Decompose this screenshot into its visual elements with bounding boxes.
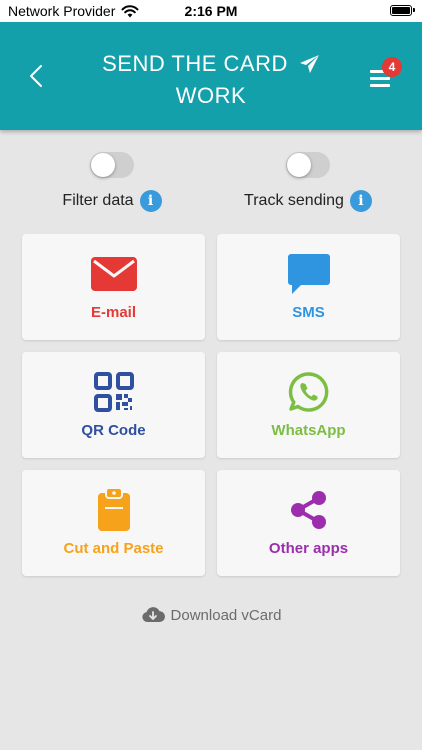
- envelope-icon: [90, 257, 137, 291]
- menu-button[interactable]: 4: [370, 57, 402, 88]
- filter-data-toggle-group: Filter data i: [22, 150, 202, 212]
- track-sending-toggle-group: Track sending i: [218, 150, 398, 212]
- whatsapp-option-card[interactable]: WhatsApp: [217, 352, 400, 458]
- status-time: 2:16 PM: [184, 3, 238, 19]
- track-sending-label: Track sending: [244, 192, 344, 209]
- whatsapp-icon: [288, 372, 328, 412]
- download-vcard-button[interactable]: Download vCard: [0, 606, 422, 624]
- hamburger-icon-line: [370, 77, 390, 80]
- qr-code-option-card[interactable]: QR Code: [22, 352, 205, 458]
- page-title: SEND THE CARD WORK: [90, 48, 332, 112]
- cut-and-paste-option-label: Cut and Paste: [63, 540, 164, 557]
- sms-option-card[interactable]: SMS: [217, 234, 400, 340]
- cloud-download-icon: [141, 607, 165, 623]
- email-option-label: E-mail: [90, 304, 136, 321]
- info-icon[interactable]: i: [139, 190, 162, 212]
- page-title-line2: WORK: [175, 83, 247, 108]
- toggle-section: Filter data i Track sending i: [0, 150, 422, 220]
- notification-badge: 4: [382, 57, 402, 77]
- app-header: SEND THE CARD WORK 4: [0, 22, 422, 130]
- paper-plane-icon: [299, 55, 319, 73]
- qr-code-icon: [93, 372, 134, 412]
- hamburger-icon-line: [370, 84, 390, 87]
- page-title-line1: SEND THE CARD: [102, 51, 288, 76]
- chevron-left-icon: [30, 65, 42, 87]
- clipboard-icon: [97, 487, 130, 531]
- filter-data-switch[interactable]: [90, 152, 134, 178]
- other-apps-option-label: Other apps: [268, 540, 349, 557]
- back-button[interactable]: [22, 62, 50, 90]
- email-option-card[interactable]: E-mail: [22, 234, 205, 340]
- filter-data-label: Filter data: [62, 192, 134, 209]
- sms-option-label: SMS: [292, 304, 325, 321]
- qr-code-option-label: QR Code: [81, 422, 146, 439]
- chat-bubble-icon: [287, 254, 330, 294]
- battery-icon: [390, 5, 415, 16]
- track-sending-switch[interactable]: [286, 152, 330, 178]
- share-icon: [290, 491, 326, 529]
- info-icon[interactable]: i: [349, 190, 372, 212]
- download-vcard-label: Download vCard: [170, 606, 282, 624]
- cut-and-paste-option-card[interactable]: Cut and Paste: [22, 470, 205, 576]
- other-apps-option-card[interactable]: Other apps: [217, 470, 400, 576]
- whatsapp-option-label: WhatsApp: [271, 422, 346, 439]
- status-bar: Network Provider 2:16 PM: [0, 0, 422, 22]
